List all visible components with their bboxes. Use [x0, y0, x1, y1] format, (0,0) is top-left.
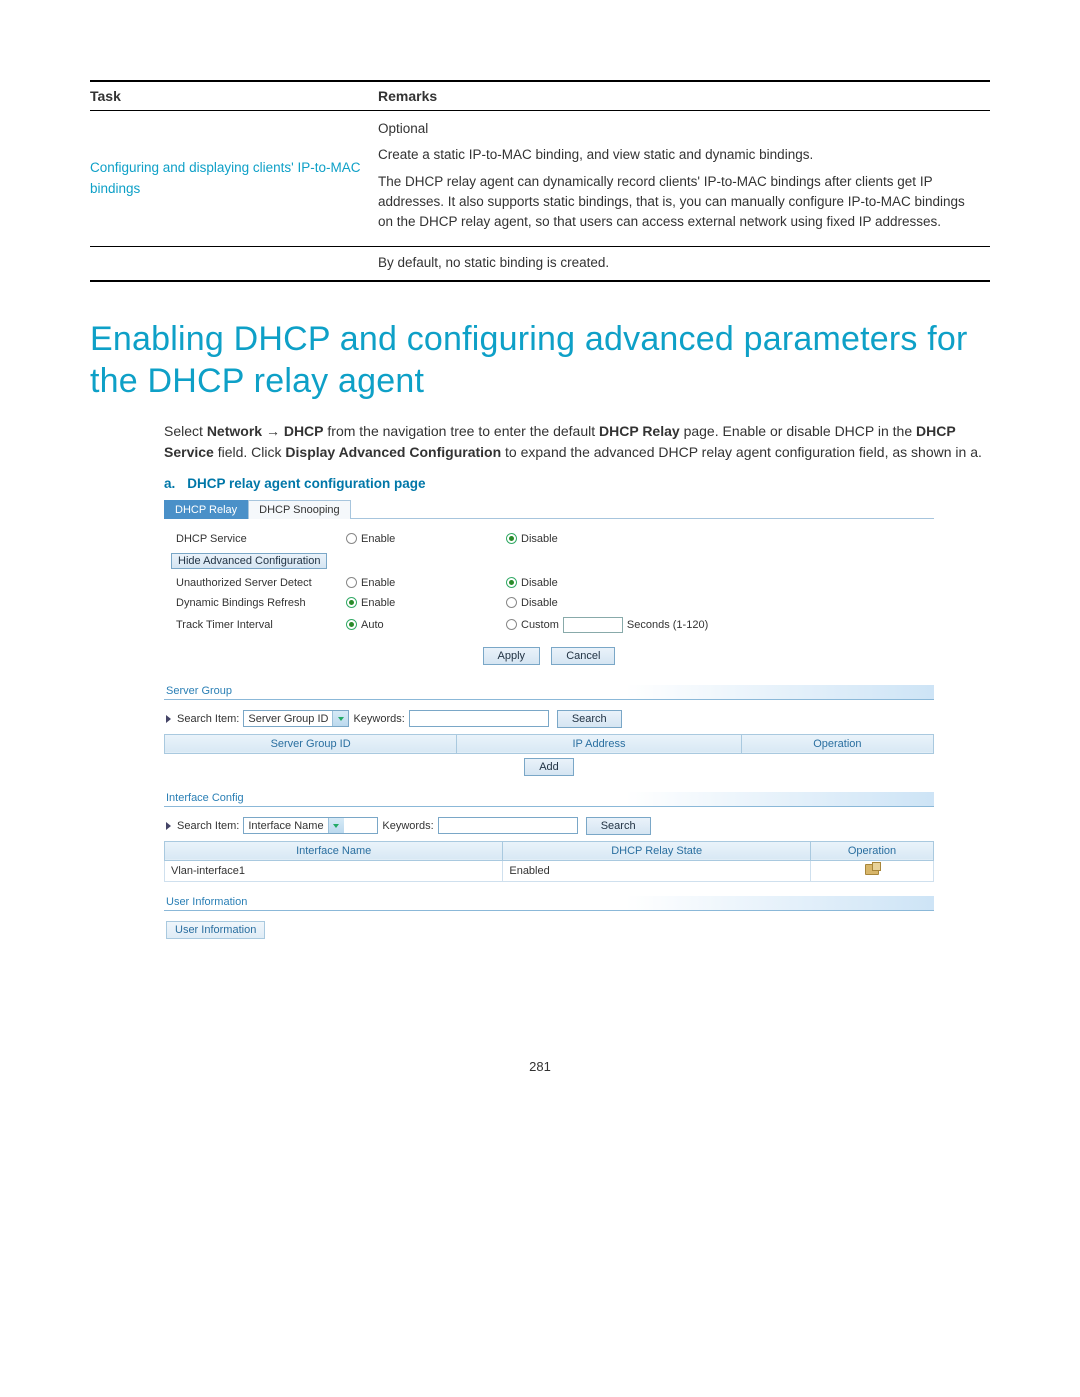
- body-paragraph: Select Network → DHCP from the navigatio…: [164, 421, 990, 464]
- col-operation: Operation: [741, 734, 933, 753]
- col-ip-address: IP Address: [457, 734, 742, 753]
- section-title: Enabling DHCP and configuring advanced p…: [90, 318, 990, 403]
- cancel-button[interactable]: Cancel: [551, 647, 615, 665]
- interface-config-header: Interface Config: [164, 792, 934, 807]
- tab-bar: DHCP Relay DHCP Snooping: [164, 499, 934, 519]
- chevron-down-icon: [328, 818, 344, 833]
- apply-button[interactable]: Apply: [483, 647, 541, 665]
- task-link-ip-to-mac[interactable]: Configuring and displaying clients' IP-t…: [90, 111, 378, 247]
- label-dhcp-service: DHCP Service: [176, 533, 346, 545]
- search-item-label: Search Item:: [177, 820, 239, 832]
- radio-track-custom[interactable]: [506, 619, 517, 630]
- remarks-desc: The DHCP relay agent can dynamically rec…: [378, 172, 980, 233]
- keywords-label: Keywords:: [353, 713, 404, 725]
- server-group-header: Server Group: [164, 685, 934, 700]
- task-header: Task: [90, 81, 378, 111]
- radio-unauth-disable[interactable]: [506, 577, 517, 588]
- label-unauth-detect: Unauthorized Server Detect: [176, 577, 346, 589]
- server-group-keywords-input[interactable]: [409, 710, 549, 727]
- radio-dyn-enable[interactable]: [346, 597, 357, 608]
- server-group-select[interactable]: Server Group ID: [243, 710, 349, 727]
- table-row: Vlan-interface1 Enabled: [165, 860, 934, 881]
- radio-service-disable[interactable]: [506, 533, 517, 544]
- col-dhcp-relay-state: DHCP Relay State: [503, 841, 811, 860]
- interface-search-button[interactable]: Search: [586, 817, 651, 835]
- hide-advanced-button[interactable]: Hide Advanced Configuration: [171, 553, 327, 569]
- figure-caption: a.DHCP relay agent configuration page: [164, 476, 990, 491]
- edit-icon[interactable]: [865, 864, 879, 875]
- radio-unauth-enable[interactable]: [346, 577, 357, 588]
- server-group-search-button[interactable]: Search: [557, 710, 622, 728]
- col-interface-operation: Operation: [810, 841, 933, 860]
- remarks-default: By default, no static binding is created…: [378, 247, 990, 281]
- tab-dhcp-relay[interactable]: DHCP Relay: [164, 500, 248, 519]
- radio-track-auto[interactable]: [346, 619, 357, 630]
- user-info-header: User Information: [164, 896, 934, 911]
- chevron-down-icon: [332, 711, 348, 726]
- col-server-group-id: Server Group ID: [165, 734, 457, 753]
- tab-dhcp-snooping[interactable]: DHCP Snooping: [248, 500, 351, 519]
- track-seconds-input[interactable]: [563, 617, 623, 633]
- label-track-timer: Track Timer Interval: [176, 619, 346, 631]
- task-remarks-table: Task Remarks Configuring and displaying …: [90, 80, 990, 282]
- server-group-table: Server Group ID IP Address Operation: [164, 734, 934, 754]
- remarks-cell: Optional Create a static IP-to-MAC bindi…: [378, 111, 990, 247]
- cell-interface-name: Vlan-interface1: [165, 860, 503, 881]
- cell-relay-state: Enabled: [503, 860, 811, 881]
- remarks-header: Remarks: [378, 81, 990, 111]
- add-button[interactable]: Add: [524, 758, 574, 776]
- search-item-label: Search Item:: [177, 713, 239, 725]
- expand-icon[interactable]: [166, 715, 171, 723]
- radio-service-enable[interactable]: [346, 533, 357, 544]
- label-dynamic-bindings: Dynamic Bindings Refresh: [176, 597, 346, 609]
- keywords-label: Keywords:: [382, 820, 433, 832]
- col-interface-name: Interface Name: [165, 841, 503, 860]
- remarks-optional: Optional: [378, 119, 980, 139]
- radio-dyn-disable[interactable]: [506, 597, 517, 608]
- user-information-button[interactable]: User Information: [166, 921, 265, 939]
- interface-keywords-input[interactable]: [438, 817, 578, 834]
- interface-select[interactable]: Interface Name: [243, 817, 378, 834]
- remarks-create: Create a static IP-to-MAC binding, and v…: [378, 145, 980, 165]
- page-number: 281: [90, 1059, 990, 1074]
- dhcp-config-panel: DHCP Relay DHCP Snooping DHCP Service En…: [164, 499, 934, 939]
- expand-icon[interactable]: [166, 822, 171, 830]
- interface-table: Interface Name DHCP Relay State Operatio…: [164, 841, 934, 882]
